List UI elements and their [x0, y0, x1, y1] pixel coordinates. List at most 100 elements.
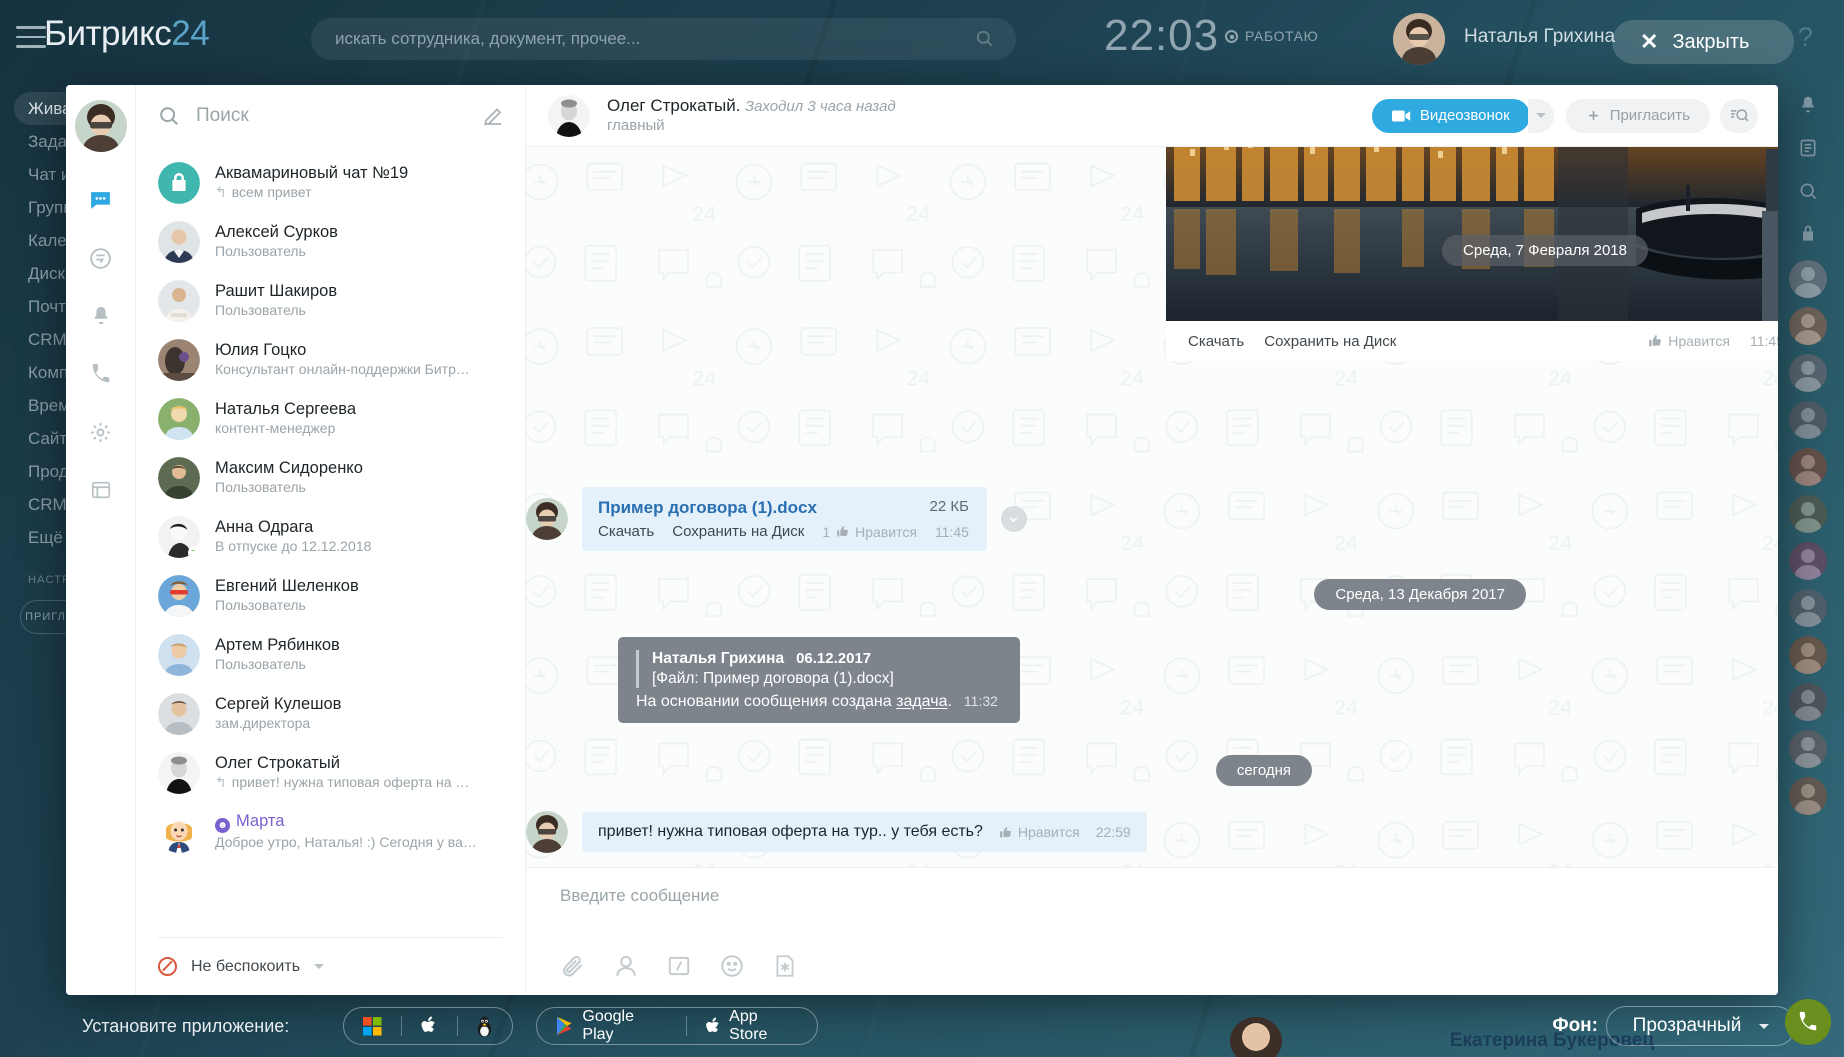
open-lines-icon[interactable]	[79, 236, 123, 280]
phone-icon[interactable]	[79, 352, 123, 396]
video-call-options-button[interactable]	[1528, 99, 1554, 133]
file-message-row: 22 КБ Пример договора (1).docx Скачать С…	[526, 487, 1027, 551]
avatar[interactable]	[75, 100, 127, 152]
message-area[interactable]: 24	[526, 147, 1778, 867]
google-play-icon	[556, 1016, 574, 1036]
list-item[interactable]: Евгений Шеленков Пользователь	[136, 566, 525, 625]
help-icon[interactable]: ?	[1798, 22, 1813, 53]
file-name[interactable]: Пример договора (1).docx	[598, 498, 817, 518]
notes-icon[interactable]	[1791, 131, 1825, 165]
list-item[interactable]: Юлия Гоцко Консультант онлайн-поддержки …	[136, 330, 525, 389]
avatar[interactable]	[1789, 777, 1827, 815]
avatar[interactable]	[1789, 683, 1827, 721]
avatar[interactable]	[1789, 495, 1827, 533]
avatar[interactable]	[526, 498, 568, 540]
windows-app-button[interactable]	[344, 1017, 401, 1036]
mention-icon[interactable]	[613, 953, 639, 979]
status-footer[interactable]: Не беспокоить	[158, 937, 503, 995]
gear-icon[interactable]	[79, 410, 123, 454]
google-play-button[interactable]: Google Play	[537, 1008, 686, 1044]
like-button[interactable]: 1 Нравится	[822, 524, 917, 540]
chevron-down-icon[interactable]	[1001, 506, 1027, 532]
apps-icon[interactable]	[79, 468, 123, 512]
list-item[interactable]: Анна Одрага В отпуске до 12.12.2018	[136, 507, 525, 566]
avatar	[158, 221, 200, 263]
linux-icon	[476, 1016, 493, 1037]
avatar[interactable]	[1789, 542, 1827, 580]
avatar[interactable]	[1789, 448, 1827, 486]
invite-label: Пригласить	[1610, 107, 1690, 124]
avatar[interactable]	[548, 95, 590, 137]
task-link[interactable]: задача	[896, 693, 947, 710]
list-item-title: Наталья Сергеева	[215, 399, 511, 419]
apple-app-button[interactable]	[402, 1016, 457, 1036]
avatar	[158, 634, 200, 676]
avatar[interactable]	[1393, 13, 1445, 65]
save-to-disk-link[interactable]: Сохранить на Диск	[1264, 333, 1396, 350]
list-item[interactable]: Аквамариновый чат №19 ↰всем привет	[136, 153, 525, 212]
list-item[interactable]: Рашит Шакиров Пользователь	[136, 271, 525, 330]
like-label: Нравится	[855, 524, 917, 540]
user-name[interactable]: Наталья Грихина	[1464, 26, 1615, 48]
app-store-button[interactable]: App Store	[687, 1008, 817, 1044]
clock: 22:03	[1104, 11, 1219, 61]
message-composer[interactable]: Введите сообщение	[526, 867, 1778, 995]
search-messages-button[interactable]	[1720, 99, 1758, 133]
avatar[interactable]	[1789, 354, 1827, 392]
like-button[interactable]: Нравится	[999, 824, 1080, 840]
chevron-down-icon[interactable]	[314, 964, 324, 969]
text-message[interactable]: привет! нужна типовая оферта на тур.. у …	[582, 812, 1147, 852]
message-input-placeholder[interactable]: Введите сообщение	[560, 886, 1744, 906]
template-icon[interactable]	[772, 953, 798, 979]
list-item-subtitle: контент-менеджер	[215, 419, 511, 438]
call-button[interactable]	[1785, 999, 1831, 1045]
list-item[interactable]: ☻Марта Доброе утро, Наталья! :) Сегодня …	[136, 802, 525, 861]
avatar[interactable]	[1789, 636, 1827, 674]
page-title: Олег Строкатый	[607, 96, 736, 115]
list-item[interactable]: Сергей Кулешов зам.директора	[136, 684, 525, 743]
search-icon[interactable]	[1791, 174, 1825, 208]
file-title-row: 22 КБ Пример договора (1).docx	[598, 498, 969, 518]
list-item[interactable]: Наталья Сергеева контент-менеджер	[136, 389, 525, 448]
menu-toggle-icon[interactable]	[16, 26, 46, 50]
bell-icon[interactable]	[79, 294, 123, 338]
emoji-icon[interactable]	[719, 953, 745, 979]
avatar[interactable]	[1789, 730, 1827, 768]
lock-icon[interactable]	[1791, 217, 1825, 251]
quote-message[interactable]: Наталья Грихина06.12.2017 [Файл: Пример …	[618, 637, 1020, 723]
command-icon[interactable]	[666, 953, 692, 979]
avatar[interactable]	[1789, 589, 1827, 627]
message-photo[interactable]	[1166, 147, 1778, 321]
mobile-apps-group: Google Play App Store	[536, 1007, 818, 1045]
attach-icon[interactable]	[560, 953, 586, 979]
download-link[interactable]: Скачать	[1188, 333, 1244, 350]
global-search-input[interactable]: искать сотрудника, документ, прочее...	[311, 18, 1016, 60]
list-item-title: Евгений Шеленков	[215, 576, 511, 596]
list-item-name-text: Марта	[236, 812, 284, 830]
avatar[interactable]	[1789, 307, 1827, 345]
status-badge[interactable]: РАБОТАЮ	[1225, 28, 1318, 44]
like-button[interactable]: Нравится	[1648, 333, 1730, 349]
list-item[interactable]: Алексей Сурков Пользователь	[136, 212, 525, 271]
date-separator-dec: Среда, 13 Декабря 2017	[526, 579, 1744, 610]
invite-button[interactable]: Пригласить	[1566, 99, 1710, 133]
bell-icon[interactable]	[1791, 88, 1825, 122]
close-button[interactable]: ✕ Закрыть	[1612, 20, 1794, 64]
avatar[interactable]	[1789, 401, 1827, 439]
list-item[interactable]: Олег Строкатый ↰привет! нужна типовая оф…	[136, 743, 525, 802]
logo[interactable]: Битрикс24	[44, 14, 209, 54]
chat-search-input[interactable]: Поиск	[196, 105, 481, 127]
list-item[interactable]: Максим Сидоренко Пользователь	[136, 448, 525, 507]
background-select[interactable]: Прозрачный	[1606, 1006, 1796, 1046]
avatar[interactable]	[526, 811, 568, 853]
compose-icon[interactable]	[481, 104, 505, 128]
download-link[interactable]: Скачать	[598, 523, 654, 540]
video-call-button[interactable]: Видеозвонок	[1372, 99, 1530, 133]
linux-app-button[interactable]	[457, 1016, 512, 1037]
save-to-disk-link[interactable]: Сохранить на Диск	[672, 523, 804, 540]
list-item[interactable]: Артем Рябинков Пользователь	[136, 625, 525, 684]
desktop-apps-group	[343, 1007, 513, 1045]
avatar[interactable]	[1789, 260, 1827, 298]
chat-icon[interactable]	[79, 178, 123, 222]
file-message[interactable]: 22 КБ Пример договора (1).docx Скачать С…	[582, 487, 987, 551]
